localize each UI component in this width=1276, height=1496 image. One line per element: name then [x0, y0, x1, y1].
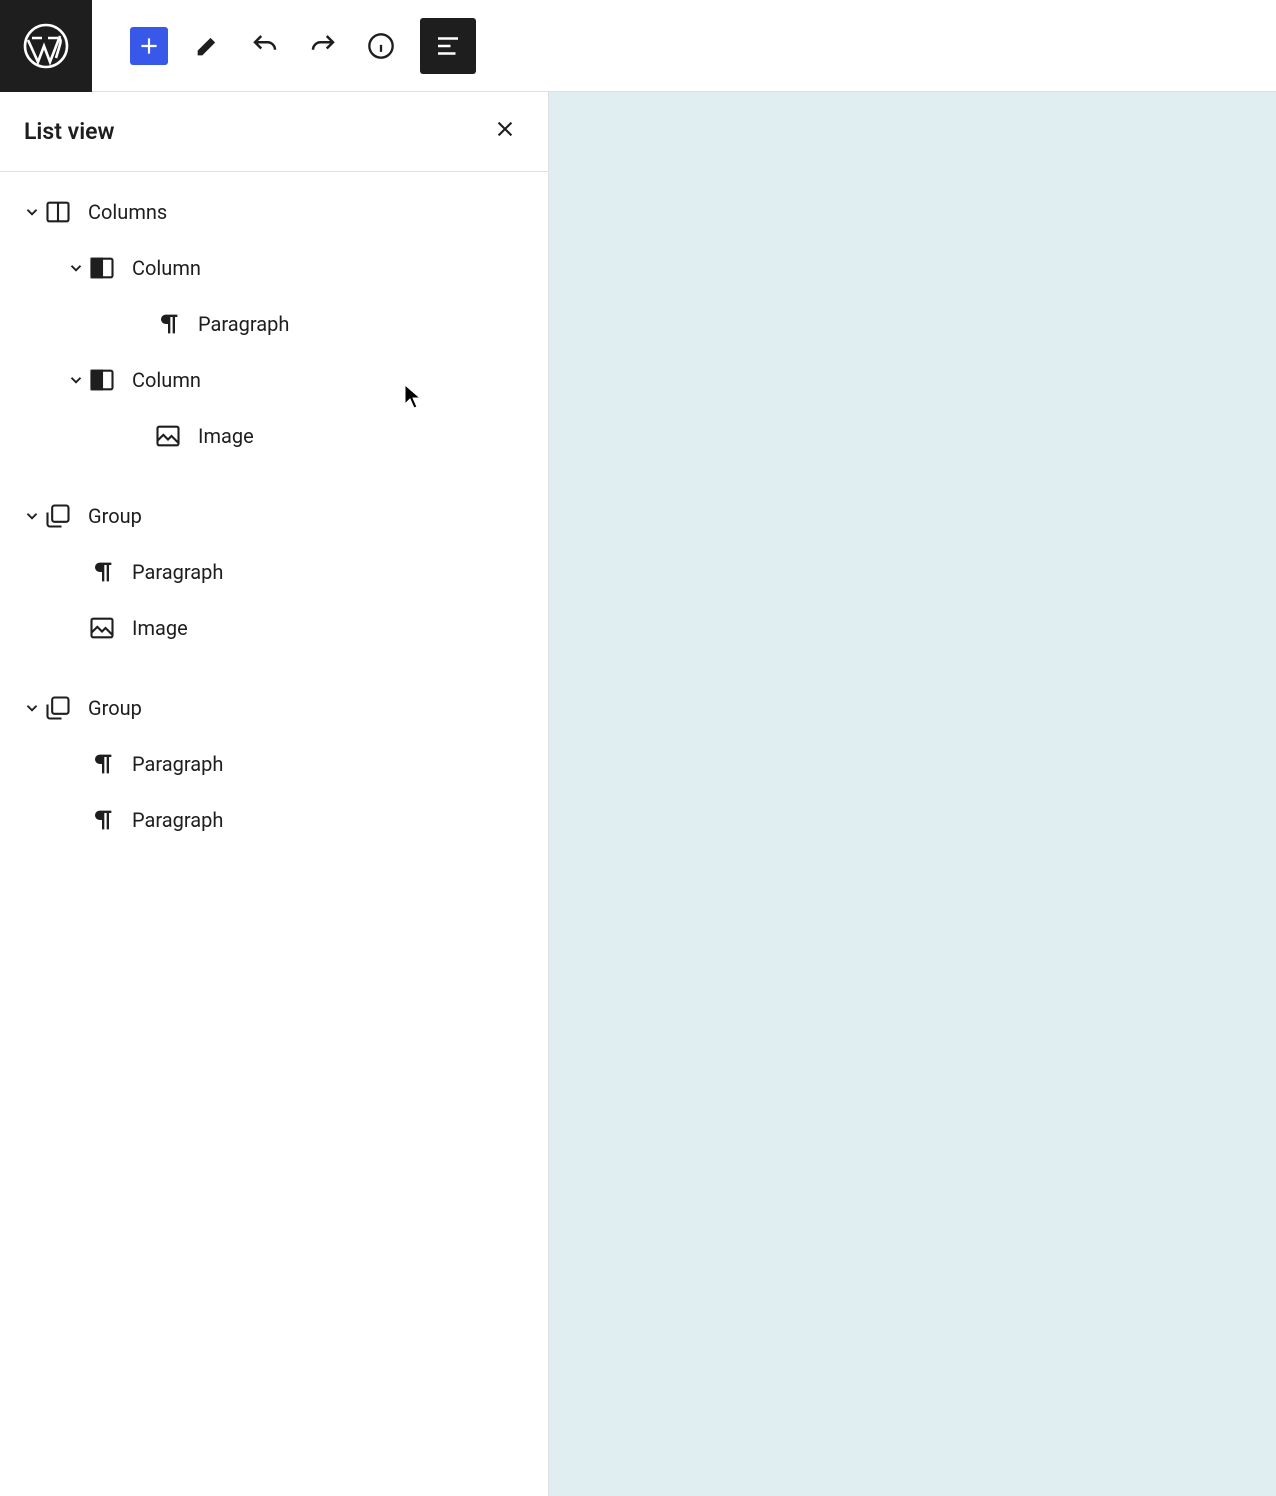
block-label: Column [132, 368, 548, 392]
block-row-columns[interactable]: Columns [0, 184, 548, 240]
editor-main: List view Columns Column Paragraph Column Im… [0, 92, 1276, 1496]
column-icon [88, 254, 116, 282]
block-row-column[interactable]: Column [0, 240, 548, 296]
paragraph-icon [88, 750, 116, 778]
column-icon [88, 366, 116, 394]
paragraph-icon [88, 558, 116, 586]
block-label: Columns [88, 200, 548, 224]
chevron-down-icon[interactable] [20, 507, 44, 525]
block-row-group[interactable]: Group [0, 488, 548, 544]
info-icon [367, 32, 395, 60]
block-label: Paragraph [132, 752, 548, 776]
block-row-paragraph[interactable]: Paragraph [0, 736, 548, 792]
list-view-icon [433, 31, 463, 61]
info-button[interactable] [362, 27, 400, 65]
editor-toolbar [92, 18, 476, 74]
block-row-image[interactable]: Image [0, 408, 548, 464]
close-panel-button[interactable] [486, 110, 524, 153]
block-label: Group [88, 504, 548, 528]
undo-icon [250, 31, 280, 61]
group-icon [44, 502, 72, 530]
plus-icon [136, 33, 162, 59]
block-row-paragraph[interactable]: Paragraph [0, 296, 548, 352]
group-icon [44, 694, 72, 722]
columns-icon [44, 198, 72, 226]
list-view-toggle-button[interactable] [420, 18, 476, 74]
block-label: Image [132, 616, 548, 640]
block-label: Column [132, 256, 548, 280]
block-tree: Columns Column Paragraph Column Image Group Pa… [0, 172, 548, 848]
panel-title: List view [24, 118, 115, 145]
block-label: Paragraph [132, 808, 548, 832]
editor-topbar [0, 0, 1276, 92]
chevron-down-icon[interactable] [64, 371, 88, 389]
image-icon [88, 614, 116, 642]
pencil-icon [193, 32, 221, 60]
panel-header: List view [0, 92, 548, 172]
edit-tool-button[interactable] [188, 27, 226, 65]
wordpress-logo-button[interactable] [0, 0, 92, 92]
image-icon [154, 422, 182, 450]
redo-icon [308, 31, 338, 61]
block-label: Paragraph [132, 560, 548, 584]
block-row-column[interactable]: Column [0, 352, 548, 408]
block-row-paragraph[interactable]: Paragraph [0, 792, 548, 848]
list-view-panel: List view Columns Column Paragraph Column Im… [0, 92, 549, 1496]
block-row-group[interactable]: Group [0, 680, 548, 736]
block-label: Paragraph [198, 312, 548, 336]
wordpress-logo-icon [22, 22, 70, 70]
block-row-paragraph[interactable]: Paragraph [0, 544, 548, 600]
add-block-button[interactable] [130, 27, 168, 65]
paragraph-icon [154, 310, 182, 338]
redo-button[interactable] [304, 27, 342, 65]
chevron-down-icon[interactable] [20, 203, 44, 221]
block-label: Image [198, 424, 548, 448]
block-row-image[interactable]: Image [0, 600, 548, 656]
paragraph-icon [88, 806, 116, 834]
chevron-down-icon[interactable] [20, 699, 44, 717]
editor-canvas[interactable] [549, 92, 1276, 1496]
chevron-down-icon[interactable] [64, 259, 88, 277]
block-label: Group [88, 696, 548, 720]
undo-button[interactable] [246, 27, 284, 65]
close-icon [494, 118, 516, 140]
